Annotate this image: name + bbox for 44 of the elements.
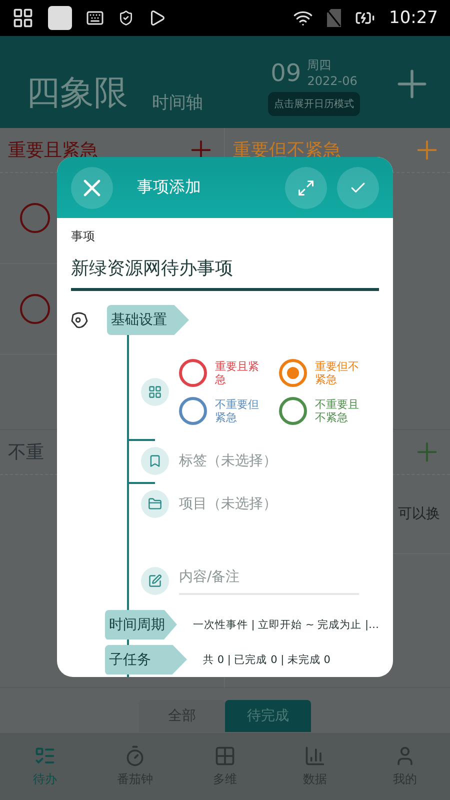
keyboard-icon: [86, 9, 104, 27]
nav-icon: [124, 745, 146, 767]
subtask-summary[interactable]: 共 0 | 已完成 0 | 未完成 0: [203, 652, 330, 666]
section-tag[interactable]: 时间周期: [105, 610, 177, 640]
timeline-tab[interactable]: 时间轴: [152, 91, 203, 114]
field-label: 事项: [71, 228, 96, 245]
section-tag[interactable]: 子任务: [105, 644, 187, 674]
task-checkbox[interactable]: [20, 294, 50, 324]
task-checkbox[interactable]: [20, 203, 50, 233]
priority-option[interactable]: 重要但不紧急: [279, 359, 379, 387]
play-icon: [148, 9, 166, 27]
time-cycle-summary[interactable]: 一次性事件 | 立即开始 ~ 完成为止 |…: [192, 618, 379, 632]
shield-icon: [118, 10, 134, 26]
dialog-title: 事项添加: [137, 177, 201, 198]
section-tag[interactable]: 基础设置: [107, 305, 189, 335]
expand-button[interactable]: [285, 166, 327, 208]
calendar-hint[interactable]: 点击展开日历模式: [268, 92, 360, 116]
row-label[interactable]: 标签（未选择）: [179, 452, 277, 470]
priority-option[interactable]: 不重要但紧急: [179, 397, 279, 425]
month: 2022-06: [307, 74, 358, 88]
radio[interactable]: [279, 359, 307, 387]
row-label[interactable]: 项目（未选择）: [179, 494, 277, 512]
close-button[interactable]: [71, 166, 113, 208]
page-title[interactable]: 四象限: [26, 70, 128, 116]
grid-icon: [148, 385, 162, 399]
app-icon: [48, 6, 72, 30]
weekday: 周四: [307, 57, 332, 74]
priority-option[interactable]: 重要且紧急: [179, 359, 279, 387]
radio[interactable]: [179, 359, 207, 387]
expand-icon: [297, 178, 315, 196]
priority-option[interactable]: 不重要且不紧急: [279, 397, 379, 425]
no-sim-icon: [327, 9, 341, 27]
folder-icon: [148, 496, 162, 510]
nav-icon: [214, 745, 236, 767]
clock: 10:27: [389, 8, 438, 28]
bookmark-icon: [148, 454, 162, 468]
apps-icon: [12, 7, 34, 29]
nav-icon: [304, 745, 326, 767]
radio[interactable]: [179, 397, 207, 425]
edit-icon: [148, 574, 162, 588]
date-day: 09: [270, 58, 302, 86]
task-text: 可以换: [398, 505, 440, 523]
filter-tab[interactable]: 待完成: [225, 700, 311, 732]
radio[interactable]: [279, 397, 307, 425]
